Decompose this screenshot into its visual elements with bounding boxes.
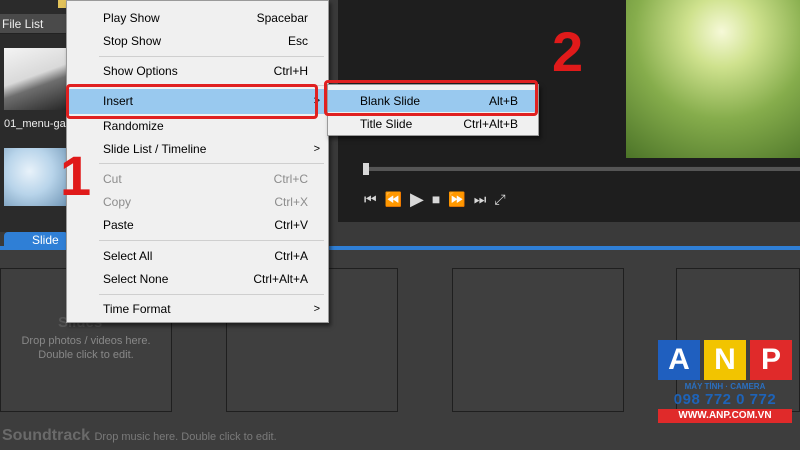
menu-item-label: Stop Show (103, 34, 162, 48)
menu-item-shortcut: Ctrl+Alt+A (253, 272, 308, 286)
menu-item-shortcut: Esc (287, 34, 308, 48)
file-thumbnail[interactable] (4, 48, 68, 110)
slide-slot-hint: Drop photos / videos here. Double click … (0, 334, 172, 362)
seek-bar[interactable] (364, 166, 800, 171)
menu-item-shortcut: Ctrl+C (273, 172, 308, 186)
menu-item-stop-show[interactable]: Stop Show Esc (67, 30, 328, 52)
logo-letter-a: A (658, 340, 700, 380)
menu-item-label: Paste (103, 218, 134, 232)
play-icon[interactable]: ▶ (410, 189, 424, 210)
menu-item-label: Show Options (103, 64, 178, 78)
menu-item-label: Play Show (103, 11, 160, 25)
menu-item-shortcut: Spacebar (256, 11, 308, 25)
logo-website: WWW.ANP.COM.VN (658, 409, 792, 423)
skip-forward-icon[interactable]: ⏭ (474, 191, 487, 208)
logo-letter-p: P (750, 340, 792, 380)
context-menu: Play Show Spacebar Stop Show Esc Show Op… (66, 0, 329, 323)
submenu-item-shortcut: Ctrl+Alt+B (463, 117, 518, 131)
stop-icon[interactable]: ■ (432, 191, 440, 207)
logo-letters: A N P (658, 340, 792, 380)
menu-item-label: Time Format (103, 302, 171, 316)
menu-item-shortcut: Ctrl+X (274, 195, 308, 209)
menu-item-label: Cut (103, 172, 122, 186)
menu-separator (99, 56, 324, 57)
file-list-header: File List (0, 14, 70, 34)
menu-item-label: Select None (103, 272, 169, 286)
rewind-icon[interactable]: ⏪ (385, 191, 402, 208)
chevron-right-icon: > (313, 303, 320, 315)
slide-slot-hint-line: Double click to edit. (38, 349, 134, 361)
submenu-item-title-slide[interactable]: Title Slide Ctrl+Alt+B (328, 113, 538, 135)
slide-slot[interactable] (452, 268, 624, 412)
chevron-right-icon: > (313, 143, 320, 155)
menu-separator (99, 163, 324, 164)
step-number-1: 1 (60, 144, 92, 207)
file-thumbnail[interactable] (4, 148, 68, 206)
menu-item-copy: Copy Ctrl+X (67, 191, 328, 213)
fullscreen-icon[interactable]: ⤢ (494, 191, 505, 208)
transport-controls: ⏮ ⏪ ▶ ■ ⏩ ⏭ ⤢ (364, 188, 506, 210)
menu-item-shortcut: Ctrl+A (274, 249, 308, 263)
menu-item-paste[interactable]: Paste Ctrl+V (67, 214, 328, 236)
menu-item-label: Copy (103, 195, 132, 209)
slide-slot-hint-line: Drop photos / videos here. (21, 335, 151, 347)
menu-item-select-none[interactable]: Select None Ctrl+Alt+A (67, 268, 328, 290)
menu-item-select-all[interactable]: Select All Ctrl+A (67, 245, 328, 267)
forward-icon[interactable]: ⏩ (448, 191, 465, 208)
logo-phone: 098 772 0 772 (673, 391, 777, 408)
menu-item-shortcut: Ctrl+V (274, 218, 308, 232)
menu-separator (99, 240, 324, 241)
menu-item-label: Select All (103, 249, 153, 263)
submenu-item-label: Title Slide (360, 117, 413, 131)
anp-logo: A N P MÁY TÍNH · CAMERA 098 772 0 772 WW… (658, 340, 792, 440)
menu-item-label: Slide List / Timeline (103, 142, 207, 156)
menu-item-show-options[interactable]: Show Options Ctrl+H (67, 60, 328, 82)
preview-image (626, 0, 800, 158)
menu-separator (99, 294, 324, 295)
menu-item-play-show[interactable]: Play Show Spacebar (67, 7, 328, 29)
highlight-box-blank-slide (324, 80, 538, 116)
menu-item-slide-list-timeline[interactable]: Slide List / Timeline > (67, 138, 328, 160)
seek-handle[interactable] (363, 163, 369, 175)
soundtrack-hint: Drop music here. Double click to edit. (94, 431, 277, 443)
logo-letter-n: N (704, 340, 746, 380)
soundtrack-label: Soundtrack (2, 427, 91, 444)
menu-item-cut: Cut Ctrl+C (67, 168, 328, 190)
highlight-box-insert (66, 84, 318, 119)
step-number-2: 2 (552, 20, 584, 83)
menu-item-shortcut: Ctrl+H (273, 64, 308, 78)
soundtrack-track[interactable]: Soundtrack Drop music here. Double click… (2, 427, 277, 445)
skip-back-icon[interactable]: ⏮ (364, 191, 377, 208)
logo-tagline: MÁY TÍNH · CAMERA (684, 382, 766, 391)
menu-item-time-format[interactable]: Time Format > (67, 298, 328, 320)
file-thumbnail-caption: 01_menu-ga (4, 118, 66, 130)
